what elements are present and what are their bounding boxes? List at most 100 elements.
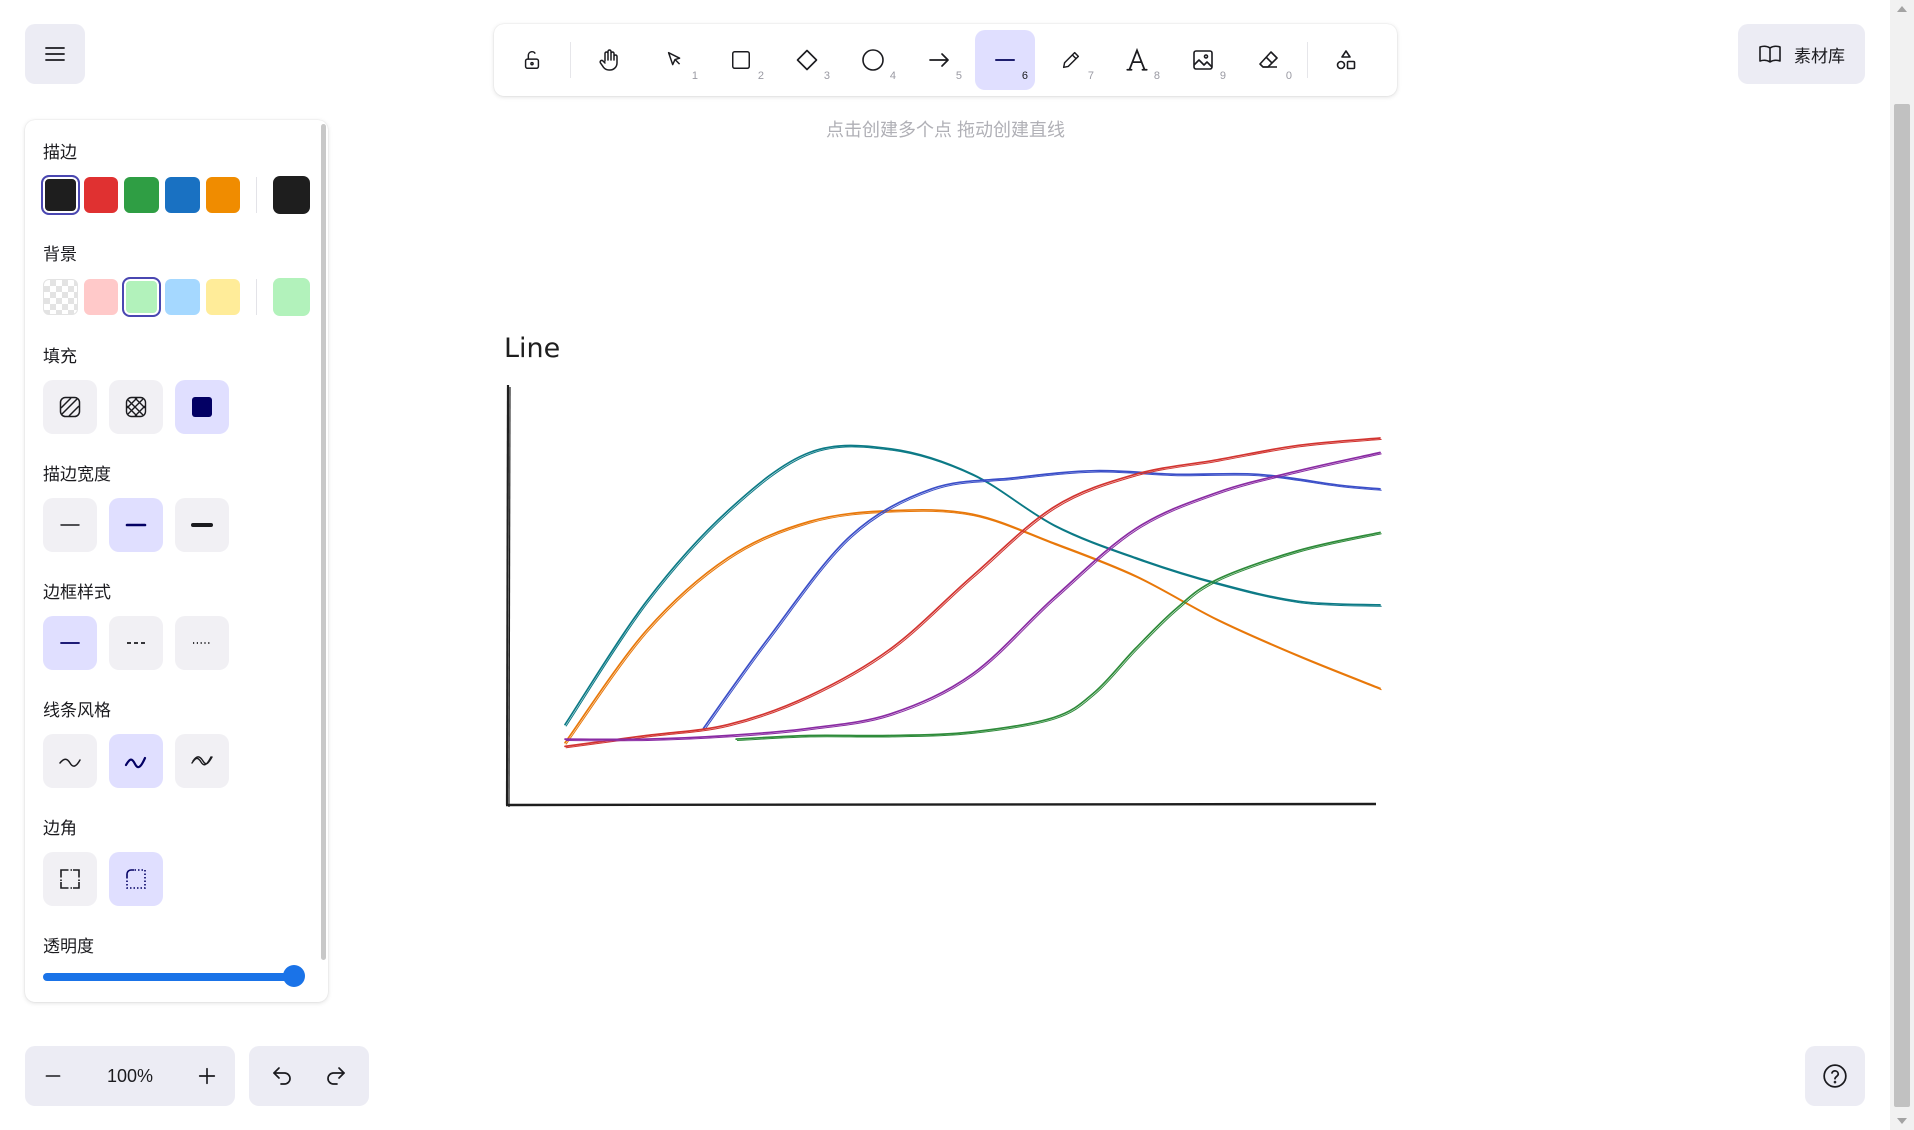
lock-tool-button[interactable] (502, 30, 562, 90)
series-5-stroke-1 (564, 451, 1381, 741)
scrollbar-thumb[interactable] (1894, 104, 1910, 1107)
shortcut-key: 9 (1219, 70, 1226, 82)
artist-line-icon (124, 756, 147, 769)
diamond-icon (796, 49, 818, 71)
sloppiness-architect-button[interactable] (43, 734, 97, 788)
background-color-yellow[interactable] (205, 279, 241, 315)
series-6-stroke-1 (735, 531, 1381, 740)
page-scrollbar[interactable] (1890, 0, 1914, 1130)
opacity-section: 透明度 (43, 932, 310, 987)
panel-scrollbar[interactable] (321, 124, 326, 960)
series-line-6[interactable] (735, 531, 1382, 741)
series-line-3[interactable] (702, 469, 1382, 731)
tool-hint: 点击创建多个点 拖动创建直线 (826, 120, 1065, 140)
swatch-divider (256, 279, 258, 315)
stroke-color-orange[interactable] (205, 177, 241, 213)
more-shapes-button[interactable] (1316, 30, 1376, 90)
scroll-up-arrow-icon[interactable] (1897, 6, 1907, 12)
architect-line-icon (59, 758, 81, 767)
image-tool-button[interactable]: 9 (1173, 30, 1233, 90)
round-corner-icon (126, 869, 146, 889)
series-layer (564, 437, 1382, 749)
stroke-color-blue[interactable] (165, 177, 200, 213)
edges-sharp-button[interactable] (43, 852, 97, 906)
image-icon (1193, 50, 1213, 70)
background-current-color[interactable] (273, 278, 310, 316)
stroke-color-black[interactable] (41, 175, 80, 215)
undo-button[interactable] (262, 1056, 302, 1096)
shortcut-key: 1 (691, 70, 698, 82)
series-line-1[interactable] (564, 444, 1382, 727)
background-color-blue[interactable] (165, 279, 200, 315)
fill-title: 填充 (43, 347, 77, 366)
fill-hachure-button[interactable] (43, 380, 97, 434)
scroll-down-arrow-icon[interactable] (1897, 1118, 1907, 1124)
help-button[interactable] (1805, 1046, 1865, 1106)
rectangle-tool-button[interactable]: 2 (711, 30, 771, 90)
ellipse-icon (862, 49, 884, 71)
toolbar-divider (1307, 42, 1308, 78)
stroke-style-dashed-button[interactable] (109, 616, 163, 670)
selection-tool-button[interactable]: 1 (645, 30, 705, 90)
stroke-title: 描边 (43, 143, 77, 162)
fill-section: 填充 (43, 342, 310, 434)
y-axis-line[interactable] (505, 384, 510, 806)
stroke-width-extra-bold-button[interactable] (175, 498, 229, 552)
chart-title[interactable]: Line (504, 333, 560, 364)
series-6-stroke-2 (736, 533, 1382, 741)
library-button[interactable]: 素材库 (1738, 24, 1865, 84)
stroke-width-title: 描边宽度 (43, 465, 111, 484)
hand-icon (599, 49, 618, 71)
series-2-stroke-2 (565, 510, 1382, 745)
stroke-color-green[interactable] (124, 177, 160, 213)
main-menu-button[interactable] (25, 24, 85, 84)
shortcut-key: 4 (889, 70, 896, 82)
stroke-width-thin-button[interactable] (43, 498, 97, 552)
series-line-2[interactable] (564, 508, 1382, 745)
sloppiness-artist-button[interactable] (109, 734, 163, 788)
diamond-tool-button[interactable]: 3 (777, 30, 837, 90)
stroke-style-title: 边框样式 (43, 583, 111, 602)
hamburger-icon (45, 47, 65, 61)
redo-button[interactable] (316, 1056, 356, 1096)
stroke-style-dotted-button[interactable] (175, 616, 229, 670)
background-color-green[interactable] (122, 277, 162, 317)
background-title: 背景 (43, 245, 77, 264)
x-axis-line[interactable] (505, 802, 1377, 807)
zoom-out-button[interactable] (39, 1062, 67, 1090)
zoom-value[interactable]: 100% (107, 1066, 153, 1087)
zoom-in-button[interactable] (193, 1062, 221, 1090)
background-color-pink[interactable] (83, 279, 119, 315)
eraser-tool-button[interactable]: 0 (1239, 30, 1299, 90)
help-circle-icon (1823, 1064, 1847, 1088)
pencil-tool-button[interactable]: 7 (1041, 30, 1101, 90)
toolbar-divider (570, 42, 571, 78)
hand-tool-button[interactable] (579, 30, 639, 90)
fill-solid-button[interactable] (175, 380, 229, 434)
series-3-stroke-2 (704, 471, 1382, 731)
text-tool-button[interactable]: 8 (1107, 30, 1167, 90)
stroke-style-solid-button[interactable] (43, 616, 97, 670)
extra-bold-line-icon (191, 523, 213, 527)
shortcut-key: 3 (823, 70, 830, 82)
opacity-slider[interactable] (43, 965, 305, 987)
stroke-width-bold-button[interactable] (109, 498, 163, 552)
fill-cross-hatch-button[interactable] (109, 380, 163, 434)
y-axis-line-2 (508, 386, 511, 808)
stroke-color-red[interactable] (83, 177, 119, 213)
background-transparent[interactable] (43, 279, 78, 315)
dashed-line-icon (127, 642, 145, 644)
ellipse-tool-button[interactable]: 4 (843, 30, 903, 90)
opacity-title: 透明度 (43, 937, 94, 956)
stroke-width-section: 描边宽度 (43, 460, 310, 552)
stroke-current-color[interactable] (273, 176, 311, 214)
cross-hatch-icon (125, 396, 147, 418)
edges-round-button[interactable] (109, 852, 163, 906)
series-line-5[interactable] (564, 451, 1382, 742)
opacity-slider-thumb[interactable] (283, 965, 305, 987)
dotted-line-icon (193, 642, 211, 644)
line-tool-button[interactable]: 6 (975, 30, 1035, 90)
sloppiness-title: 线条风格 (43, 701, 111, 720)
sloppiness-cartoonist-button[interactable] (175, 734, 229, 788)
arrow-tool-button[interactable]: 5 (909, 30, 969, 90)
